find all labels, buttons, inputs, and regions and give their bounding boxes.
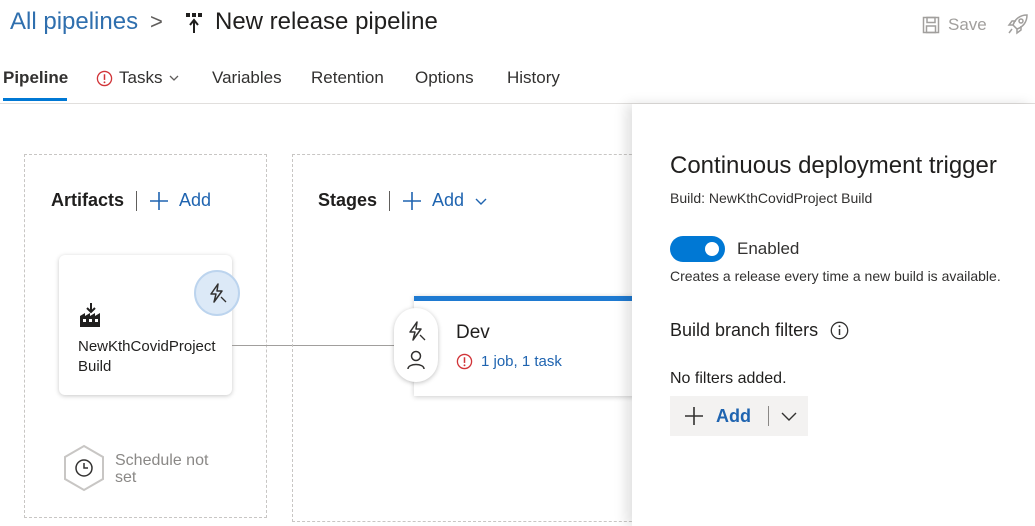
header: All pipelines > New release pipeline Sav…: [0, 0, 1035, 50]
warning-icon: [96, 70, 113, 86]
tab-bar: Pipeline Tasks Variables Retention Optio…: [0, 58, 1035, 104]
breadcrumb-all-pipelines[interactable]: All pipelines: [10, 8, 138, 36]
header-divider: [136, 190, 138, 211]
panel-title: Continuous deployment trigger: [670, 152, 997, 179]
toggle-knob: [705, 242, 719, 256]
panel-subtitle: Build: NewKthCovidProject Build: [670, 190, 873, 206]
plus-icon: [685, 407, 703, 425]
toggle-description: Creates a release every time a new build…: [670, 268, 1001, 284]
add-filter-button[interactable]: Add: [670, 396, 768, 436]
release-pipeline-icon: [186, 13, 202, 33]
info-icon[interactable]: [830, 321, 849, 340]
artifacts-heading: Artifacts: [51, 190, 125, 210]
tab-tasks-label: Tasks: [119, 68, 163, 87]
tab-options[interactable]: Options: [415, 68, 474, 88]
filters-heading: Build branch filters: [670, 320, 819, 340]
rocket-icon[interactable]: [1006, 12, 1030, 36]
page-title: New release pipeline: [215, 8, 438, 35]
enabled-toggle[interactable]: [670, 236, 725, 262]
tab-retention-label: Retention: [311, 68, 384, 87]
add-filter-label: Add: [716, 405, 751, 426]
schedule-status[interactable]: Schedule not set: [115, 452, 215, 486]
breadcrumb-separator: >: [150, 9, 163, 34]
save-button[interactable]: Save: [922, 12, 987, 38]
lightning-icon: [210, 283, 227, 303]
stages-header: Stages Add: [318, 190, 488, 211]
tab-variables-label: Variables: [212, 68, 282, 87]
plus-icon: [403, 191, 422, 210]
build-artifact-icon: [80, 303, 100, 327]
schedule-icon[interactable]: [62, 444, 106, 492]
active-tab-indicator: [3, 98, 67, 101]
tab-options-label: Options: [415, 68, 474, 87]
no-filters-text: No filters added.: [670, 370, 787, 387]
stage-card-dev[interactable]: [414, 296, 654, 396]
tab-variables[interactable]: Variables: [212, 68, 282, 88]
chevron-down-icon: [170, 75, 179, 81]
tab-history-label: History: [507, 68, 560, 87]
stage-name[interactable]: Dev: [456, 322, 490, 344]
pre-deployment-trigger-icon: [409, 321, 426, 341]
build-branch-filters-header: Build branch filters: [670, 320, 849, 341]
tab-pipeline-label: Pipeline: [3, 68, 69, 87]
header-divider: [389, 190, 391, 211]
tab-history[interactable]: History: [507, 68, 560, 88]
artifact-name: NewKthCovidProject Build: [78, 338, 216, 375]
add-artifact-button[interactable]: Add: [149, 190, 211, 211]
add-artifact-label: Add: [179, 190, 212, 210]
stage-conditions-pill[interactable]: [394, 308, 438, 382]
artifacts-header: Artifacts Add: [51, 190, 211, 211]
stage-tasks-label: 1 job, 1 task: [481, 353, 562, 370]
toggle-label: Enabled: [737, 239, 800, 258]
add-filter-dropdown[interactable]: [769, 396, 808, 436]
stages-heading: Stages: [318, 190, 378, 210]
chevron-down-icon: [475, 198, 487, 205]
save-icon: [922, 16, 940, 34]
add-stage-label: Add: [432, 190, 465, 210]
trigger-side-panel: Continuous deployment trigger Build: New…: [632, 104, 1035, 526]
tab-retention[interactable]: Retention: [311, 68, 384, 88]
plus-icon: [150, 191, 169, 210]
save-label: Save: [948, 15, 987, 34]
tab-tasks[interactable]: Tasks: [96, 68, 180, 88]
chevron-down-icon: [781, 412, 796, 421]
warning-icon: [456, 353, 473, 370]
add-filter-split-button: Add: [670, 396, 808, 436]
add-stage-button[interactable]: Add: [402, 190, 488, 211]
person-icon: [407, 350, 425, 370]
continuous-deployment-trigger-button[interactable]: [194, 270, 240, 316]
tab-pipeline[interactable]: Pipeline: [3, 68, 68, 88]
stage-tasks-link[interactable]: 1 job, 1 task: [456, 353, 562, 370]
